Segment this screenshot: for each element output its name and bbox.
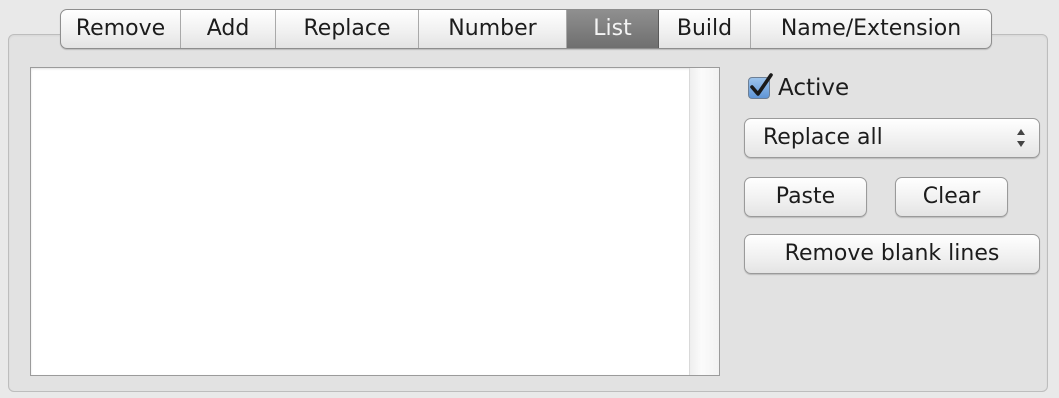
paste-button[interactable]: Paste xyxy=(744,177,867,217)
active-checkbox-row[interactable]: Active xyxy=(748,72,849,104)
checkmark-icon xyxy=(750,73,773,96)
list-text-area[interactable] xyxy=(30,67,720,376)
active-checkbox-label: Active xyxy=(778,75,850,101)
remove-blank-lines-button[interactable]: Remove blank lines xyxy=(744,234,1040,274)
vertical-scrollbar[interactable] xyxy=(689,68,719,375)
tab-remove[interactable]: Remove xyxy=(61,10,181,48)
mode-popup[interactable]: Replace all xyxy=(744,118,1040,158)
tab-name-extension[interactable]: Name/Extension xyxy=(751,10,991,48)
mode-popup-value: Replace all xyxy=(763,125,883,150)
tab-build[interactable]: Build xyxy=(659,10,751,48)
active-checkbox[interactable] xyxy=(748,73,773,99)
tab-bar: Remove Add Replace Number List Build Nam… xyxy=(60,9,992,49)
tab-list[interactable]: List xyxy=(567,10,659,48)
tab-number[interactable]: Number xyxy=(419,10,567,48)
clear-button[interactable]: Clear xyxy=(895,177,1008,217)
tab-add[interactable]: Add xyxy=(181,10,276,48)
up-down-arrows-icon xyxy=(1017,129,1025,147)
tab-replace[interactable]: Replace xyxy=(276,10,419,48)
